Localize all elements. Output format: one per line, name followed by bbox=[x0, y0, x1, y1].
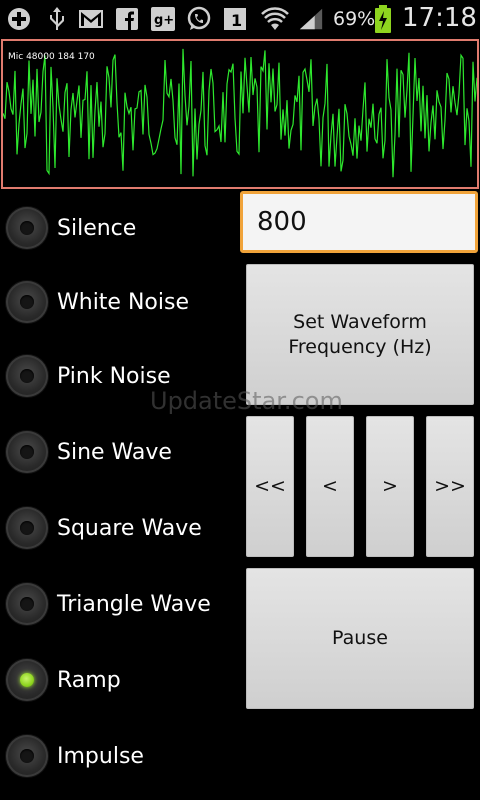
watermark: UpdateStar.com bbox=[150, 387, 343, 415]
svg-text:g+: g+ bbox=[154, 13, 174, 28]
facebook-icon bbox=[114, 6, 140, 32]
set-frequency-button[interactable]: Set Waveform Frequency (Hz) bbox=[246, 264, 474, 405]
step-down-big-label: << bbox=[254, 475, 286, 498]
radio-indicator bbox=[20, 295, 34, 309]
status-bar: g+ 1 69% 17:18 bbox=[0, 0, 480, 38]
notification-badge-text: 1 bbox=[231, 11, 242, 30]
radio-ramp[interactable]: Ramp bbox=[6, 654, 121, 706]
radio-label-silence: Silence bbox=[57, 215, 137, 241]
radio-white-noise[interactable]: White Noise bbox=[6, 276, 189, 328]
oscilloscope-view: Mic 48000 184 170 bbox=[1, 39, 479, 189]
google-plus-icon: g+ bbox=[150, 6, 176, 32]
step-up-big-label: >> bbox=[434, 475, 466, 498]
radio-impulse[interactable]: Impulse bbox=[6, 730, 144, 782]
radio-label-white-noise: White Noise bbox=[57, 289, 189, 315]
step-up-label: > bbox=[382, 475, 398, 498]
radio-button[interactable] bbox=[6, 281, 48, 323]
radio-pink-noise[interactable]: Pink Noise bbox=[6, 350, 171, 402]
radio-label-impulse: Impulse bbox=[57, 743, 144, 769]
radio-silence[interactable]: Silence bbox=[6, 202, 136, 254]
radio-label-triangle-wave: Triangle Wave bbox=[57, 591, 211, 617]
pause-label: Pause bbox=[332, 627, 388, 650]
step-down-big-button[interactable]: << bbox=[246, 416, 294, 557]
radio-indicator-selected bbox=[20, 673, 34, 687]
radio-button[interactable] bbox=[6, 507, 48, 549]
gmail-icon bbox=[78, 6, 104, 32]
step-up-big-button[interactable]: >> bbox=[426, 416, 474, 557]
clock: 17:18 bbox=[402, 3, 477, 33]
notification-1-icon: 1 bbox=[222, 6, 248, 32]
radio-button[interactable] bbox=[6, 659, 48, 701]
radio-button[interactable] bbox=[6, 735, 48, 777]
battery-charging-icon bbox=[372, 5, 394, 33]
radio-indicator bbox=[20, 749, 34, 763]
radio-triangle-wave[interactable]: Triangle Wave bbox=[6, 578, 211, 630]
radio-label-square-wave: Square Wave bbox=[57, 515, 202, 541]
wifi-icon bbox=[260, 6, 290, 32]
radio-square-wave[interactable]: Square Wave bbox=[6, 502, 202, 554]
radio-label-sine-wave: Sine Wave bbox=[57, 439, 172, 465]
radio-indicator bbox=[20, 221, 34, 235]
set-frequency-label: Set Waveform Frequency (Hz) bbox=[288, 310, 432, 358]
add-icon bbox=[6, 6, 32, 32]
radio-label-ramp: Ramp bbox=[57, 667, 121, 693]
step-down-button[interactable]: < bbox=[306, 416, 354, 557]
radio-indicator bbox=[20, 445, 34, 459]
step-down-label: < bbox=[322, 475, 338, 498]
radio-sine-wave[interactable]: Sine Wave bbox=[6, 426, 172, 478]
battery-percent: 69% bbox=[333, 8, 376, 30]
frequency-input[interactable] bbox=[243, 194, 475, 250]
signal-icon bbox=[298, 6, 324, 32]
radio-button[interactable] bbox=[6, 207, 48, 249]
step-up-button[interactable]: > bbox=[366, 416, 414, 557]
radio-indicator bbox=[20, 369, 34, 383]
pause-button[interactable]: Pause bbox=[246, 568, 474, 709]
waveform-trace bbox=[3, 48, 477, 178]
radio-label-pink-noise: Pink Noise bbox=[57, 363, 171, 389]
usb-icon bbox=[44, 6, 70, 32]
whatsapp-icon bbox=[186, 6, 212, 32]
radio-button[interactable] bbox=[6, 355, 48, 397]
radio-indicator bbox=[20, 597, 34, 611]
radio-indicator bbox=[20, 521, 34, 535]
radio-button[interactable] bbox=[6, 431, 48, 473]
frequency-field[interactable] bbox=[240, 191, 478, 253]
radio-button[interactable] bbox=[6, 583, 48, 625]
scope-label: Mic 48000 184 170 bbox=[8, 52, 95, 62]
